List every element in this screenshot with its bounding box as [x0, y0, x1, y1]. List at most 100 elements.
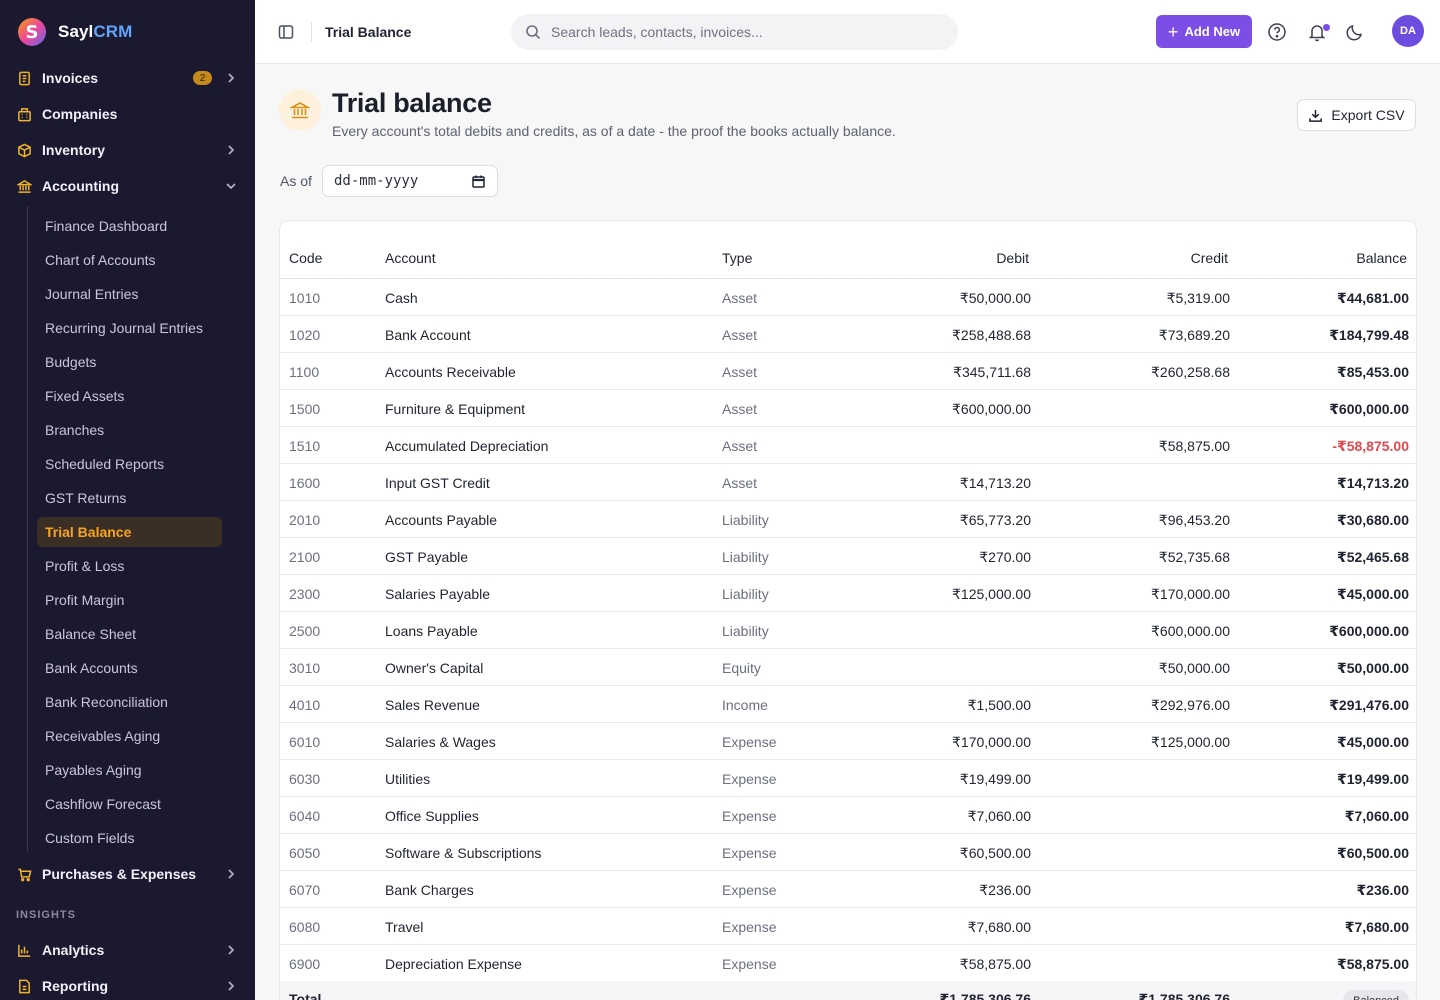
cell-debit: ₹58,875.00 — [959, 956, 1031, 972]
table-row[interactable]: 1010 Cash Asset ₹50,000.00 ₹5,319.00 ₹44,681.… — [280, 279, 1416, 316]
sidebar-subitem-profit-margin[interactable]: Profit Margin — [37, 585, 222, 615]
cell-debit: ₹270.00 — [979, 549, 1031, 565]
sidebar-subitem-recurring-journal-entries[interactable]: Recurring Journal Entries — [37, 313, 222, 343]
table-row[interactable]: 1500 Furniture & Equipment Asset ₹600,000.0… — [280, 390, 1416, 427]
cell-credit: ₹52,735.68 — [1158, 549, 1230, 565]
total-debit: ₹1,785,306.76 — [939, 991, 1032, 1000]
invoice-icon — [16, 70, 32, 86]
sidebar-subitem-profit-loss[interactable]: Profit & Loss — [37, 551, 222, 581]
table-row[interactable]: 6900 Depreciation Expense Expense ₹58,875.0… — [280, 945, 1416, 982]
column-header-balance[interactable]: Balance — [1356, 250, 1407, 266]
sidebar-item-companies[interactable]: Companies — [16, 100, 242, 128]
cell-code: 2010 — [289, 512, 321, 528]
table-row[interactable]: 6040 Office Supplies Expense ₹7,060.00 ₹7,06… — [280, 797, 1416, 834]
column-header-type[interactable]: Type — [722, 250, 752, 266]
bar-chart-icon — [16, 942, 32, 958]
table-row[interactable]: 1100 Accounts Receivable Asset ₹345,711.68 ₹… — [280, 353, 1416, 390]
table-row[interactable]: 6080 Travel Expense ₹7,680.00 ₹7,680.00 — [280, 908, 1416, 945]
sidebar-subitem-fixed-assets[interactable]: Fixed Assets — [37, 381, 222, 411]
sidebar-subitem-bank-reconciliation[interactable]: Bank Reconciliation — [37, 687, 222, 717]
sidebar-subitem-branches[interactable]: Branches — [37, 415, 222, 445]
sidebar-subitem-budgets[interactable]: Budgets — [37, 347, 222, 377]
column-header-code[interactable]: Code — [289, 250, 322, 266]
notification-dot — [1323, 24, 1330, 31]
cell-debit: ₹7,060.00 — [967, 808, 1031, 824]
cell-credit: ₹58,875.00 — [1158, 438, 1230, 454]
cell-balance: ₹44,681.00 — [1336, 290, 1409, 306]
sidebar-item-accounting[interactable]: Accounting — [16, 172, 242, 200]
cell-code: 6030 — [289, 771, 321, 787]
sidebar-subitem-journal-entries[interactable]: Journal Entries — [37, 279, 222, 309]
table-row[interactable]: 6070 Bank Charges Expense ₹236.00 ₹236.00 — [280, 871, 1416, 908]
cell-balance: ₹19,499.00 — [1336, 771, 1409, 787]
help-icon[interactable] — [1267, 22, 1287, 42]
table-row[interactable]: 2300 Salaries Payable Liability ₹125,000.00… — [280, 575, 1416, 612]
table-row[interactable]: 1020 Bank Account Asset ₹258,488.68 ₹73,689.… — [280, 316, 1416, 353]
cell-account: Cash — [385, 290, 418, 306]
cell-type: Expense — [722, 808, 777, 824]
as-of-label: As of — [280, 173, 312, 189]
cell-balance: ₹60,500.00 — [1336, 845, 1409, 861]
sidebar-toggle-icon[interactable] — [277, 23, 295, 41]
sidebar-subitem-gst-returns[interactable]: GST Returns — [37, 483, 222, 513]
sidebar-subitem-bank-accounts[interactable]: Bank Accounts — [37, 653, 222, 683]
cell-balance: ₹184,799.48 — [1329, 327, 1409, 343]
export-csv-button[interactable]: Export CSV — [1297, 99, 1416, 131]
chevron-right-icon — [228, 981, 235, 991]
bank-icon — [279, 89, 321, 131]
table-row[interactable]: 3010 Owner's Capital Equity ₹50,000.00 ₹50,0… — [280, 649, 1416, 686]
sidebar-item-analytics[interactable]: Analytics — [16, 936, 242, 964]
sidebar-item-inventory[interactable]: Inventory — [16, 136, 242, 164]
as-of-date-input[interactable]: dd-mm-yyyy — [322, 165, 498, 197]
avatar[interactable]: DA — [1392, 15, 1424, 47]
sidebar-subitem-scheduled-reports[interactable]: Scheduled Reports — [37, 449, 222, 479]
add-new-button[interactable]: + Add New — [1156, 15, 1252, 48]
cell-balance: ₹14,713.20 — [1336, 475, 1409, 491]
sidebar-item-invoices[interactable]: Invoices 2 — [16, 64, 242, 92]
column-header-account[interactable]: Account — [385, 250, 436, 266]
cell-account: Furniture & Equipment — [385, 401, 526, 417]
cell-type: Asset — [722, 475, 758, 491]
cell-type: Asset — [722, 364, 758, 380]
brand[interactable]: S SaylCRM — [0, 0, 255, 64]
cell-balance: ₹600,000.00 — [1329, 401, 1409, 417]
sidebar-item-reporting[interactable]: Reporting — [16, 972, 242, 1000]
cell-account: Bank Charges — [385, 882, 474, 898]
table-row[interactable]: 6050 Software & Subscriptions Expense ₹60,5… — [280, 834, 1416, 871]
sidebar-subitem-chart-of-accounts[interactable]: Chart of Accounts — [37, 245, 222, 275]
calendar-icon[interactable] — [472, 175, 485, 188]
search-bar[interactable] — [511, 14, 958, 50]
sidebar-subitem-finance-dashboard[interactable]: Finance Dashboard — [37, 211, 222, 241]
table-row[interactable]: 2100 GST Payable Liability ₹270.00 ₹52,735.6… — [280, 538, 1416, 575]
sidebar-subitem-balance-sheet[interactable]: Balance Sheet — [37, 619, 222, 649]
cart-icon — [16, 866, 32, 882]
table-row[interactable]: 2500 Loans Payable Liability ₹600,000.00 ₹60… — [280, 612, 1416, 649]
table-row[interactable]: 4010 Sales Revenue Income ₹1,500.00 ₹292,976… — [280, 686, 1416, 723]
balanced-status-badge: Balanced — [1343, 990, 1409, 1000]
cell-account: Input GST Credit — [385, 475, 490, 491]
table-row[interactable]: 6030 Utilities Expense ₹19,499.00 ₹19,499.00 — [280, 760, 1416, 797]
cell-account: Office Supplies — [385, 808, 479, 824]
sidebar-subitem-trial-balance[interactable]: Trial Balance — [37, 517, 222, 547]
table-row[interactable]: 1510 Accumulated Depreciation Asset ₹58,875… — [280, 427, 1416, 464]
cell-type: Asset — [722, 438, 758, 454]
chevron-right-icon — [228, 869, 235, 879]
sidebar-subitem-payables-aging[interactable]: Payables Aging — [37, 755, 222, 785]
table-row[interactable]: 2010 Accounts Payable Liability ₹65,773.20 ₹… — [280, 501, 1416, 538]
table-row[interactable]: 6010 Salaries & Wages Expense ₹170,000.00 ₹1… — [280, 723, 1416, 760]
sidebar-item-purchases-expenses[interactable]: Purchases & Expenses — [16, 860, 242, 888]
cell-type: Expense — [722, 771, 777, 787]
table-row[interactable]: 1600 Input GST Credit Asset ₹14,713.20 ₹14,7… — [280, 464, 1416, 501]
total-credit: ₹1,785,306.76 — [1138, 991, 1231, 1000]
cell-type: Liability — [722, 512, 769, 528]
sidebar-subitem-cashflow-forecast[interactable]: Cashflow Forecast — [37, 789, 222, 819]
cell-debit: ₹7,680.00 — [967, 919, 1031, 935]
cell-balance: -₹58,875.00 — [1332, 438, 1409, 454]
breadcrumb-title: Trial Balance — [325, 24, 412, 40]
search-input[interactable] — [551, 24, 931, 40]
column-header-debit[interactable]: Debit — [996, 250, 1029, 266]
moon-icon[interactable] — [1345, 22, 1365, 42]
sidebar-subitem-receivables-aging[interactable]: Receivables Aging — [37, 721, 222, 751]
column-header-credit[interactable]: Credit — [1191, 250, 1228, 266]
sidebar-subitem-custom-fields[interactable]: Custom Fields — [37, 823, 222, 853]
